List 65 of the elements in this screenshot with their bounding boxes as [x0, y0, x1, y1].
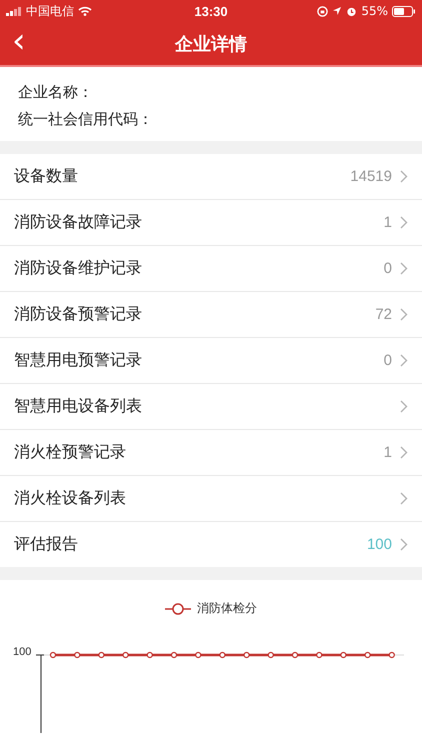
chevron-icon [400, 446, 408, 459]
data-point [219, 652, 226, 658]
alarm-icon [346, 6, 358, 16]
data-point [74, 652, 80, 658]
legend-label: 消防体检分 [197, 600, 257, 617]
data-point [122, 652, 129, 658]
list-row[interactable]: 消防设备预警记录 72 [0, 292, 422, 338]
data-point [244, 652, 250, 658]
row-value: 100 [366, 536, 392, 553]
data-point [98, 652, 104, 658]
info-label: 统一社会信用代码： [18, 110, 154, 129]
row-value: 0 [384, 260, 392, 277]
row-label: 设备数量 [14, 166, 79, 187]
data-point [50, 652, 56, 658]
data-point [292, 652, 298, 658]
row-label: 评估报告 [14, 534, 79, 555]
axis-tick-label: 100 [13, 646, 32, 658]
row-label: 智慧用电设备列表 [14, 396, 143, 417]
info-label: 企业名称： [18, 83, 94, 102]
data-point [388, 652, 395, 658]
chevron-icon [400, 170, 408, 183]
list-row[interactable]: 设备数量 14519 [0, 154, 422, 200]
chevron-icon [400, 262, 408, 275]
chevron-icon [400, 216, 408, 229]
row-label: 消防设备预警记录 [14, 304, 143, 325]
location-icon [332, 6, 342, 16]
signal-icon [6, 6, 22, 16]
battery-percent: 55% [361, 4, 388, 18]
list-row[interactable]: 消火栓设备列表 [0, 476, 422, 522]
data-point [268, 652, 274, 658]
legend-icon [165, 602, 191, 616]
chevron-icon [400, 400, 408, 413]
row-label: 消防设备故障记录 [14, 212, 143, 233]
data-point [195, 652, 202, 658]
row-value: 14519 [350, 168, 392, 185]
row-value: 1 [384, 214, 392, 231]
list-row[interactable]: 智慧用电设备列表 [0, 384, 422, 430]
row-label: 消火栓设备列表 [14, 488, 127, 509]
row-value: 0 [384, 352, 392, 369]
data-point [316, 652, 322, 658]
row-value: 72 [375, 306, 392, 323]
list-row[interactable]: 评估报告 100 [0, 522, 422, 567]
wifi-icon [78, 6, 92, 16]
battery-icon [392, 6, 416, 16]
chevron-icon [400, 492, 408, 505]
row-label: 消火栓预警记录 [14, 442, 127, 463]
data-point [170, 652, 178, 658]
data-point [364, 652, 371, 658]
list-row[interactable]: 消防设备维护记录 0 [0, 246, 422, 292]
data-point [340, 652, 346, 658]
carrier-name: 中国电信 [26, 2, 74, 20]
row-label: 消防设备维护记录 [14, 258, 143, 279]
row-label: 智慧用电预警记录 [14, 350, 143, 371]
chevron-icon [400, 538, 408, 551]
chevron-icon [400, 354, 408, 367]
data-point [146, 652, 153, 658]
list-row[interactable]: 智慧用电预警记录 0 [0, 338, 422, 384]
list-row[interactable]: 消防设备故障记录 1 [0, 200, 422, 246]
back-button[interactable]: ‹ [4, 24, 34, 64]
list-row[interactable]: 消火栓预警记录 1 [0, 430, 422, 476]
chevron-icon [400, 308, 408, 321]
row-value: 1 [384, 444, 392, 461]
page-title: 企业详情 [175, 32, 247, 56]
rotation-lock-icon [317, 6, 328, 16]
status-time: 13:30 [194, 4, 228, 18]
